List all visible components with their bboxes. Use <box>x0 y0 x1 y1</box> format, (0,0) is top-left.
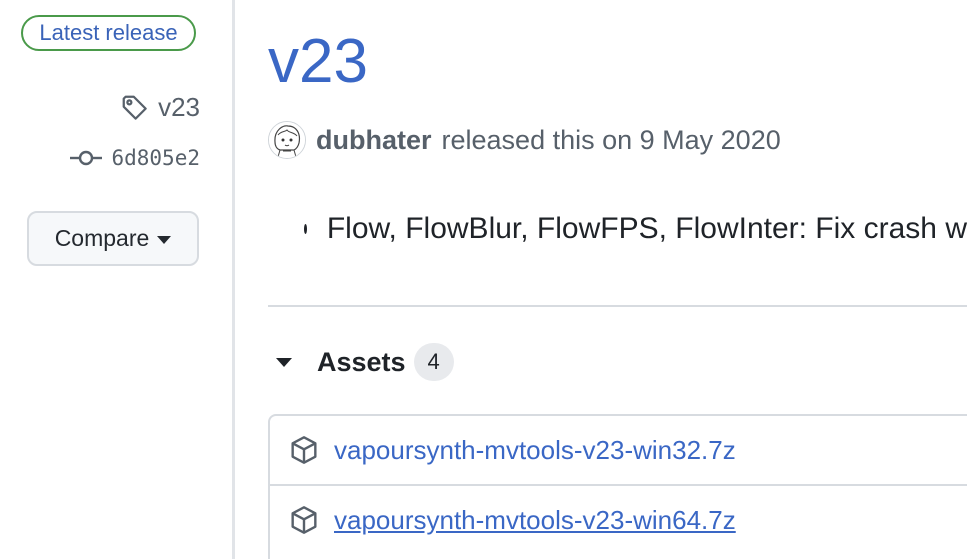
avatar[interactable] <box>268 121 306 159</box>
bullet-point <box>304 224 307 234</box>
release-notes: Flow, FlowBlur, FlowFPS, FlowInter: Fix … <box>268 212 967 246</box>
compare-button[interactable]: Compare <box>27 211 199 266</box>
commit-link[interactable]: 6d805e2 <box>69 146 200 170</box>
tag-icon <box>122 95 147 120</box>
commit-icon <box>70 150 103 166</box>
asset-row: vapoursynth-mvtools-v23-win32.7z <box>270 416 967 484</box>
triangle-down-icon[interactable] <box>276 357 292 367</box>
tag-label: v23 <box>158 92 200 122</box>
assets-label: Assets <box>317 346 406 377</box>
avatar-image <box>269 122 305 158</box>
release-date-text: released this on 9 May 2020 <box>441 124 781 155</box>
caret-down-icon <box>157 236 172 244</box>
tag-link[interactable]: v23 <box>120 92 200 123</box>
asset-row: vapoursynth-mvtools-v23-win64.7z <box>270 484 967 554</box>
package-icon <box>291 436 317 464</box>
release-main: v23 dubhater released this on 9 May 2020… <box>268 0 967 559</box>
assets-count-badge: 4 <box>413 343 454 381</box>
release-title[interactable]: v23 <box>268 22 368 102</box>
release-sidebar: Latest release v23 6d805e2 Compare <box>0 0 232 559</box>
assets-list: vapoursynth-mvtools-v23-win32.7z vapours… <box>268 414 967 559</box>
notes-divider <box>268 305 967 307</box>
asset-link-win64[interactable]: vapoursynth-mvtools-v23-win64.7z <box>334 505 736 536</box>
commit-sha: 6d805e2 <box>111 146 200 170</box>
release-note-item: Flow, FlowBlur, FlowFPS, FlowInter: Fix … <box>326 212 967 245</box>
latest-release-badge: Latest release <box>21 15 196 51</box>
sidebar-divider <box>232 0 235 559</box>
asset-link-win32[interactable]: vapoursynth-mvtools-v23-win32.7z <box>334 435 736 466</box>
package-icon <box>291 506 317 534</box>
release-page: Latest release v23 6d805e2 Compare v23 d… <box>0 0 967 559</box>
assets-header[interactable]: Assets 4 <box>268 340 454 384</box>
author-name[interactable]: dubhater <box>316 125 432 156</box>
compare-button-label: Compare <box>54 225 150 251</box>
release-author-row: dubhater released this on 9 May 2020 <box>268 120 781 160</box>
